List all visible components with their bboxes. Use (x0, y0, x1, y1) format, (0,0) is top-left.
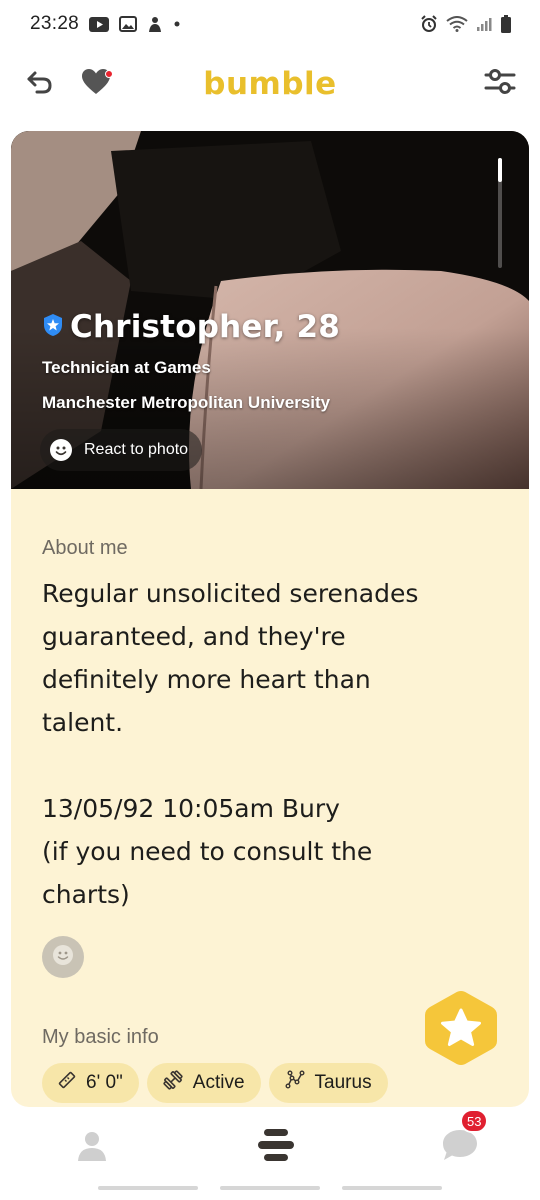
react-to-photo-button[interactable]: React to photo (40, 429, 203, 471)
gesture-segment (98, 1186, 198, 1190)
dumbbell-icon (163, 1070, 183, 1096)
profile-name-age: Christopher, 28 (70, 309, 341, 345)
filter-button[interactable] (482, 66, 518, 102)
height-chip: 6' 0" (42, 1063, 139, 1103)
status-bar: 23:28 (0, 0, 540, 48)
app-notification-icon (147, 15, 163, 33)
superswipe-button[interactable] (422, 988, 500, 1068)
exercise-label: Active (192, 1072, 245, 1093)
alarm-icon (420, 15, 438, 33)
profile-job: Technician at Games (42, 358, 211, 377)
discover-icon (256, 1127, 296, 1168)
star-icon (425, 991, 497, 1065)
wifi-icon (446, 16, 468, 32)
ruler-icon (58, 1071, 76, 1095)
gesture-segment (220, 1186, 320, 1190)
basic-info-chips: 6' 0" Active Taurus (42, 1063, 498, 1103)
nav-profile[interactable] (72, 1127, 112, 1167)
chat-icon (441, 1128, 479, 1167)
react-to-photo-label: React to photo (84, 441, 189, 458)
filter-icon (484, 67, 516, 102)
about-text: Regular unsolicited serenades guaranteed… (42, 579, 419, 909)
nav-chats[interactable]: 53 (440, 1109, 489, 1167)
photo-scroll-indicator (498, 158, 502, 268)
profile-photo[interactable]: Christopher, 28 Technician at Games Manc… (11, 131, 529, 489)
gallery-icon (119, 16, 138, 32)
verified-badge-icon (42, 313, 64, 342)
gesture-segment (342, 1186, 442, 1190)
signal-icon (476, 16, 492, 32)
gesture-bar (0, 1186, 540, 1200)
app-header: bumble (0, 56, 540, 112)
undo-icon (26, 69, 54, 100)
about-label: About me (42, 537, 128, 559)
dot-icon (173, 20, 181, 28)
undo-button[interactable] (22, 66, 58, 102)
notification-dot (105, 70, 113, 78)
height-label: 6' 0" (86, 1072, 123, 1093)
bottom-nav: 53 (0, 1108, 540, 1186)
smiley-icon (51, 943, 75, 972)
profile-overlay: Christopher, 28 Technician at Games Manc… (40, 309, 341, 471)
react-to-bio-button[interactable] (42, 936, 84, 978)
profile-school: Manchester Metropolitan University (42, 393, 331, 412)
profile-icon (75, 1128, 109, 1167)
smiley-icon (50, 439, 72, 461)
exercise-chip: Active (146, 1063, 261, 1103)
clock: 23:28 (30, 13, 80, 34)
youtube-icon (89, 16, 110, 32)
profile-card[interactable]: Christopher, 28 Technician at Games Manc… (11, 131, 529, 1107)
star-sign-label: Taurus (314, 1072, 372, 1093)
battery-icon (500, 15, 512, 33)
nav-discover[interactable] (256, 1127, 296, 1167)
constellation-icon (285, 1070, 305, 1096)
liked-you-button[interactable] (78, 66, 114, 102)
photo-scroll-thumb (498, 158, 502, 182)
chat-badge: 53 (460, 1109, 489, 1133)
star-sign-chip: Taurus (268, 1063, 388, 1103)
